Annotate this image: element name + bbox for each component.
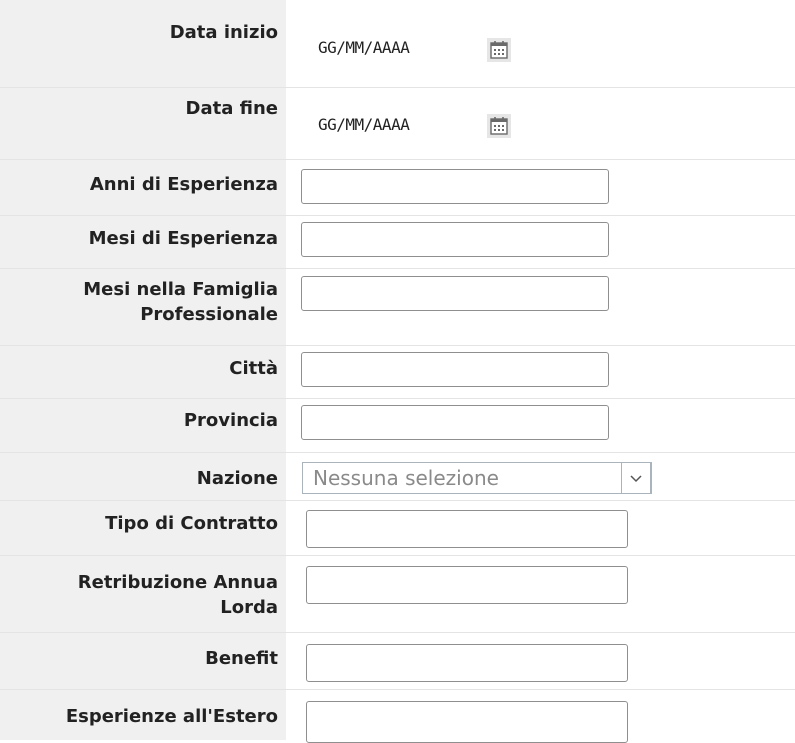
provincia-input[interactable] xyxy=(301,405,609,440)
label-data-fine: Data fine xyxy=(0,88,286,159)
row-anni-esperienza: Anni di Esperienza xyxy=(0,160,795,215)
nazione-select[interactable]: Nessuna selezione xyxy=(302,462,652,494)
citta-input[interactable] xyxy=(301,352,609,387)
data-inizio-input[interactable]: GG/MM/AAAA xyxy=(318,38,410,57)
row-provincia: Provincia xyxy=(0,399,795,452)
nazione-selected-value: Nessuna selezione xyxy=(313,466,499,490)
label-citta: Città xyxy=(0,346,286,398)
row-nazione: Nazione Nessuna selezione xyxy=(0,453,795,500)
benefit-input[interactable] xyxy=(306,644,628,682)
label-provincia: Provincia xyxy=(0,399,286,452)
label-data-inizio: Data inizio xyxy=(0,0,286,87)
label-mesi-esperienza: Mesi di Esperienza xyxy=(0,216,286,268)
calendar-icon[interactable] xyxy=(487,114,511,138)
label-mesi-famiglia: Mesi nella Famiglia Professionale xyxy=(0,269,286,345)
retribuzione-input[interactable] xyxy=(306,566,628,604)
label-benefit: Benefit xyxy=(0,633,286,689)
label-anni-esperienza: Anni di Esperienza xyxy=(0,160,286,215)
anni-esperienza-input[interactable] xyxy=(301,169,609,204)
mesi-esperienza-input[interactable] xyxy=(301,222,609,257)
row-retribuzione: Retribuzione Annua Lorda xyxy=(0,556,795,632)
tipo-contratto-input[interactable] xyxy=(306,510,628,548)
chevron-down-icon xyxy=(630,475,642,483)
dropdown-toggle[interactable] xyxy=(621,462,651,494)
row-benefit: Benefit xyxy=(0,633,795,689)
row-data-inizio: Data inizio GG/MM/AAAA xyxy=(0,0,795,87)
row-data-fine: Data fine GG/MM/AAAA xyxy=(0,88,795,159)
label-nazione: Nazione xyxy=(0,453,286,500)
esperienze-estero-input[interactable] xyxy=(306,701,628,743)
experience-form: Data inizio GG/MM/AAAA Data fine GG/MM/A… xyxy=(0,0,795,743)
row-mesi-famiglia: Mesi nella Famiglia Professionale xyxy=(0,269,795,345)
data-fine-input[interactable]: GG/MM/AAAA xyxy=(318,115,410,134)
row-tipo-contratto: Tipo di Contratto xyxy=(0,501,795,555)
row-mesi-esperienza: Mesi di Esperienza xyxy=(0,216,795,268)
row-citta: Città xyxy=(0,346,795,398)
label-esperienze-estero: Esperienze all'Estero xyxy=(0,690,286,740)
label-tipo-contratto: Tipo di Contratto xyxy=(0,501,286,555)
calendar-icon[interactable] xyxy=(487,38,511,62)
label-retribuzione: Retribuzione Annua Lorda xyxy=(0,556,286,632)
mesi-famiglia-input[interactable] xyxy=(301,276,609,311)
row-esperienze-estero: Esperienze all'Estero xyxy=(0,690,795,743)
